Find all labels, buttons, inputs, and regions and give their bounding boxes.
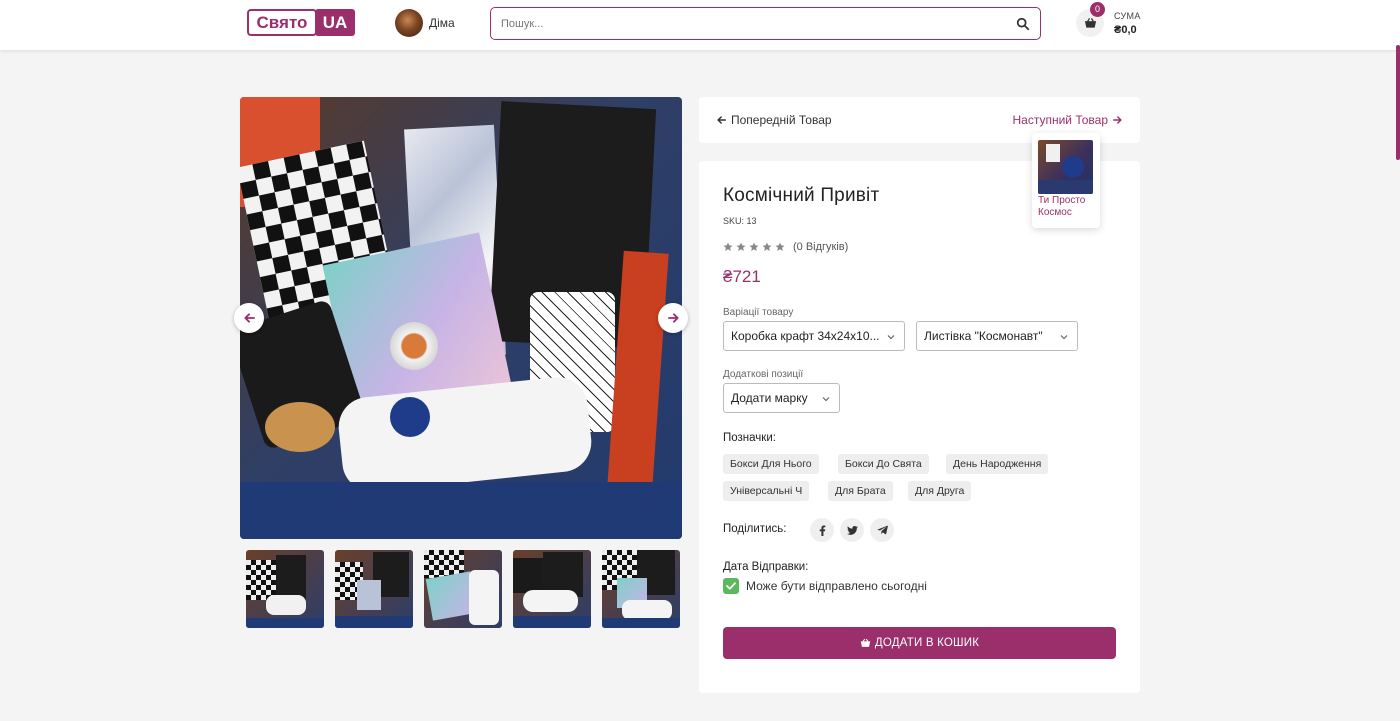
variation-card-value: Листівка "Космонавт" [924,329,1043,343]
logo-word-svyato: Свято [247,9,317,36]
next-product-image [1038,140,1093,194]
prev-product-link[interactable]: Попередній Товар [717,113,832,127]
ship-today-checkbox[interactable] [723,578,739,594]
reviews-count[interactable]: (0 Відгуків) [793,241,848,253]
variation-box-select[interactable]: Коробка крафт 34х24х10... [723,321,905,351]
cart-sum-label: СУМА [1114,11,1141,21]
additional-items-label: Додаткові позиції [723,369,804,380]
thumbnail[interactable] [335,550,413,628]
thumbnail[interactable] [424,550,502,628]
star-icon [775,242,785,251]
scrollbar-thumb[interactable] [1396,45,1400,160]
additional-items-value: Додати марку [731,391,808,405]
gallery-thumbnails [246,550,680,628]
tag[interactable]: Універсальні Ч [723,481,810,501]
check-icon [726,582,736,590]
product-price: ₴721 [723,267,761,286]
rating-stars[interactable]: (0 Відгуків) [723,241,848,253]
additional-items-select[interactable]: Додати марку [723,383,840,413]
next-product-title: Ти Просто Космос [1038,195,1086,218]
chevron-down-icon [887,335,895,340]
twitter-icon [846,525,858,535]
gallery-prev-button[interactable] [234,303,264,333]
cart-count-badge: 0 [1090,2,1105,17]
add-to-cart-label: ДОДАТИ В КОШИК [874,637,980,649]
next-product-link[interactable]: Наступний Товар [1013,113,1123,127]
thumbnail[interactable] [513,550,591,628]
search-input[interactable] [501,16,1001,32]
arrow-right-icon [1113,116,1122,124]
site-logo[interactable]: Свято UA [247,9,355,36]
shipping-date-label: Дата Відправки: [723,561,809,573]
chevron-down-icon [1060,335,1068,340]
star-icon [762,242,772,251]
tag[interactable]: Для Друга [908,481,972,501]
image-astronaut-helmet [390,322,438,370]
page-scrollbar[interactable] [1396,0,1400,721]
tags-label: Позначки: [723,432,776,444]
tag[interactable]: Бокси До Свята [838,454,929,474]
gallery-next-button[interactable] [658,303,688,333]
prev-product-label: Попередній Товар [731,113,832,127]
product-title: Космічний Привіт [723,185,880,206]
basket-icon [860,638,871,647]
product-sku: SKU: 13 [723,216,757,226]
image-box-front [240,482,682,539]
telegram-icon [876,525,888,535]
star-icon [749,242,759,251]
arrow-left-icon [243,313,255,323]
tag[interactable]: Бокси Для Нього [723,454,819,474]
star-icon [736,242,746,251]
user-account[interactable]: Діма [395,9,455,37]
search-box [490,7,1041,40]
chevron-down-icon [822,397,830,402]
add-to-cart-button[interactable]: ДОДАТИ В КОШИК [723,627,1116,659]
logo-word-ua: UA [315,9,355,36]
image-cookie [265,402,335,452]
variation-box-value: Коробка крафт 34х24х10... [731,329,880,343]
star-icon [723,242,733,251]
main-product-image[interactable] [240,97,682,539]
next-product-preview[interactable]: Ти Просто Космос [1032,133,1100,228]
arrow-right-icon [667,313,679,323]
search-icon[interactable] [1016,17,1030,31]
image-nasa-logo [390,397,430,437]
site-header: Свято UA Діма 0 СУМА ₴0,0 [0,0,1400,50]
share-label: Поділитись: [723,523,787,535]
arrow-left-icon [717,116,726,124]
basket-icon [1084,18,1096,28]
facebook-icon [819,525,825,536]
thumbnail[interactable] [246,550,324,628]
next-product-label: Наступний Товар [1012,113,1109,127]
share-telegram-button[interactable] [870,518,894,542]
avatar [395,9,423,37]
variations-label: Варіації товару [723,307,794,318]
tag[interactable]: Для Брата [828,481,893,501]
variation-card-select[interactable]: Листівка "Космонавт" [916,321,1078,351]
ship-today-text: Може бути відправлено сьогодні [746,579,927,593]
share-facebook-button[interactable] [810,518,834,542]
product-details: Космічний Привіт SKU: 13 (0 Відгуків) ₴7… [699,161,1140,693]
user-name: Діма [429,16,455,30]
share-twitter-button[interactable] [840,518,864,542]
thumbnail[interactable] [602,550,680,628]
cart-sum-value: ₴0,0 [1114,24,1137,36]
tag[interactable]: День Народження [946,454,1049,474]
